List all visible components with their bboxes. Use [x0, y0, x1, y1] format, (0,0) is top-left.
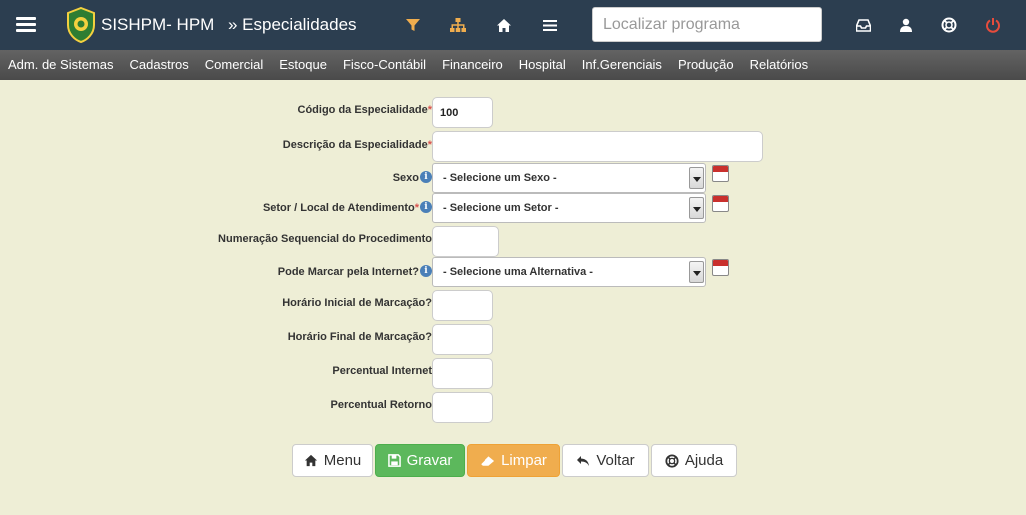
menu-hospital[interactable]: Hospital: [511, 50, 574, 80]
internet-select-value: - Selecione uma Alternativa -: [443, 266, 593, 278]
horario-final-label: Horário Final de Marcação?: [287, 331, 432, 343]
menu-estoque[interactable]: Estoque: [271, 50, 335, 80]
main-menubar: Adm. de Sistemas Cadastros Comercial Est…: [0, 50, 1026, 80]
percentual-retorno-label: Percentual Retorno: [330, 399, 432, 411]
chevron-down-icon[interactable]: [689, 261, 704, 283]
menu-inf-gerenciais[interactable]: Inf.Gerenciais: [574, 50, 670, 80]
numeracao-input[interactable]: [432, 226, 499, 257]
limpar-button[interactable]: Limpar: [467, 444, 560, 477]
menu-producao[interactable]: Produção: [670, 50, 742, 80]
gravar-button[interactable]: Gravar: [375, 444, 465, 477]
info-icon[interactable]: [420, 265, 432, 277]
app-title[interactable]: SISHPM- HPM: [101, 15, 214, 35]
reply-icon: [577, 455, 590, 466]
menu-comercial[interactable]: Comercial: [197, 50, 272, 80]
menu-button-label: Menu: [323, 452, 362, 469]
codigo-label: Código da Especialidade*: [297, 104, 432, 116]
voltar-button[interactable]: Voltar: [562, 444, 649, 477]
menu-relatorios[interactable]: Relatórios: [742, 50, 817, 80]
eraser-icon: [480, 455, 495, 466]
home-icon: [304, 454, 317, 467]
descricao-label: Descrição da Especialidade*: [282, 139, 432, 151]
menu-financeiro[interactable]: Financeiro: [434, 50, 511, 80]
horario-inicial-label: Horário Inicial de Marcação?: [282, 297, 432, 309]
setor-select[interactable]: - Selecione um Setor -: [432, 193, 706, 223]
horario-inicial-input[interactable]: [432, 290, 493, 321]
menu-icon[interactable]: [14, 15, 38, 35]
sexo-select-value: - Selecione um Sexo -: [443, 172, 557, 184]
gravar-button-label: Gravar: [406, 452, 453, 469]
descricao-input[interactable]: [432, 131, 763, 162]
support-icon[interactable]: [938, 14, 960, 36]
save-icon: [387, 454, 401, 467]
percentual-internet-label: Percentual Internet: [332, 365, 432, 377]
voltar-button-label: Voltar: [596, 452, 635, 469]
horario-final-input[interactable]: [432, 324, 493, 355]
percentual-internet-input[interactable]: [432, 358, 493, 389]
calendar-icon[interactable]: [712, 165, 729, 182]
calendar-icon[interactable]: [712, 259, 729, 276]
menu-button[interactable]: Menu: [292, 444, 373, 477]
info-icon[interactable]: [420, 201, 432, 213]
top-navbar: SISHPM- HPM » Especialidades: [0, 0, 1026, 50]
sexo-label: Sexo: [393, 171, 432, 184]
info-icon[interactable]: [420, 171, 432, 183]
setor-select-value: - Selecione um Setor -: [443, 202, 559, 214]
sitemap-icon[interactable]: [447, 14, 469, 36]
internet-select[interactable]: - Selecione uma Alternativa -: [432, 257, 706, 287]
ajuda-button[interactable]: Ajuda: [651, 444, 737, 477]
support-icon: [665, 453, 679, 468]
home-icon[interactable]: [493, 14, 515, 36]
chevron-down-icon[interactable]: [689, 167, 704, 189]
chevron-down-icon[interactable]: [689, 197, 704, 219]
limpar-button-label: Limpar: [501, 452, 547, 469]
search-input[interactable]: [592, 7, 822, 42]
page-title: » Especialidades: [228, 15, 357, 34]
percentual-retorno-input[interactable]: [432, 392, 493, 423]
setor-label: Setor / Local de Atendimento*: [263, 201, 432, 214]
logo-icon: [67, 7, 95, 43]
menu-adm-sistemas[interactable]: Adm. de Sistemas: [0, 50, 122, 80]
ajuda-button-label: Ajuda: [684, 452, 724, 469]
numeracao-label: Numeração Sequencial do Procedimento: [218, 233, 432, 245]
power-icon[interactable]: [982, 14, 1004, 36]
sexo-select[interactable]: - Selecione um Sexo -: [432, 163, 706, 193]
menu-fisco-contabil[interactable]: Fisco-Contábil: [335, 50, 434, 80]
filter-icon[interactable]: [402, 14, 424, 36]
user-icon[interactable]: [895, 14, 917, 36]
codigo-input[interactable]: 100: [432, 97, 493, 128]
menu-cadastros[interactable]: Cadastros: [122, 50, 197, 80]
list-icon[interactable]: [539, 14, 561, 36]
internet-label: Pode Marcar pela Internet?: [278, 265, 432, 278]
calendar-icon[interactable]: [712, 195, 729, 212]
inbox-icon[interactable]: [852, 14, 874, 36]
